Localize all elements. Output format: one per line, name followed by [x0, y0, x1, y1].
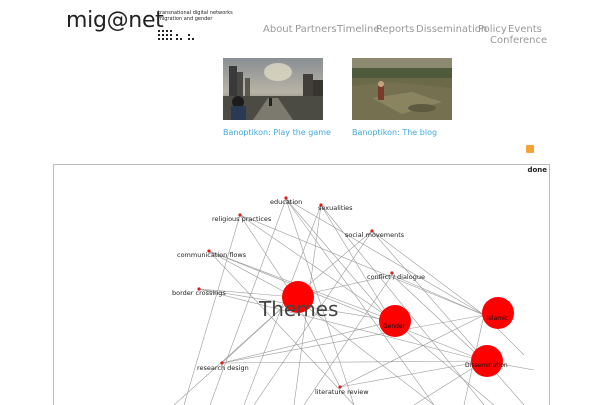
game-scene-image [223, 58, 323, 120]
nav-reports[interactable]: Reports [376, 24, 414, 35]
topic-label-religious-practices[interactable]: religious practices [212, 215, 272, 223]
topic-label-communication-flows[interactable]: communication flows [177, 251, 247, 259]
hub-label-gender[interactable]: Gender [383, 323, 406, 330]
nav-timeline[interactable]: Timeline [337, 24, 380, 35]
topic-label-conflict-dialogue[interactable]: conflict / dialogue [367, 273, 425, 281]
topic-label-research-design[interactable]: research design [197, 364, 249, 372]
logo-text: mig@net [66, 8, 164, 33]
blog-scene-image [352, 58, 452, 120]
topic-label-education[interactable]: education [270, 198, 302, 206]
central-label-themes[interactable]: Themes [258, 297, 338, 321]
nav-conference[interactable]: Conference [490, 35, 547, 46]
hub-node-islamic[interactable] [482, 297, 514, 329]
blog-thumbnail[interactable] [352, 58, 452, 120]
rss-icon[interactable] [526, 145, 534, 159]
nav-about[interactable]: About [263, 24, 293, 35]
topic-label-sexualities[interactable]: sexualities [318, 204, 353, 212]
feature-caption-blog[interactable]: Banoptikon: The blog [352, 128, 437, 137]
topic-label-literature-review[interactable]: literature review [315, 388, 369, 396]
hub-node-gender[interactable] [379, 305, 411, 337]
rss-glyph [527, 152, 534, 159]
topic-label-border-crossings[interactable]: border crossings [172, 289, 226, 297]
network-graph-panel[interactable]: done education sexualities religious pra… [53, 164, 550, 405]
logo-subtitle: transnational digital networks migration… [158, 10, 233, 22]
network-graph[interactable]: education sexualities religious practice… [54, 165, 549, 405]
nav-policy[interactable]: Policy [478, 24, 507, 35]
hub-label-islamic[interactable]: Islamic [487, 315, 508, 322]
nav-partners[interactable]: Partners [295, 24, 337, 35]
nav-events[interactable]: Events [508, 24, 542, 35]
topic-label-social-movements[interactable]: social movements [345, 231, 405, 239]
game-thumbnail[interactable] [223, 58, 323, 120]
hub-node-dissemination[interactable] [471, 345, 503, 377]
feature-caption-game[interactable]: Banoptikon: Play the game [223, 128, 331, 137]
logo-subtitle-line-2: migration and gender [158, 16, 213, 22]
graph-status: done [527, 166, 547, 174]
nav-dissemination[interactable]: Dissemination [416, 24, 487, 35]
hub-label-dissemination[interactable]: Dissemination [465, 362, 508, 369]
logo-dots-icon [158, 30, 194, 40]
